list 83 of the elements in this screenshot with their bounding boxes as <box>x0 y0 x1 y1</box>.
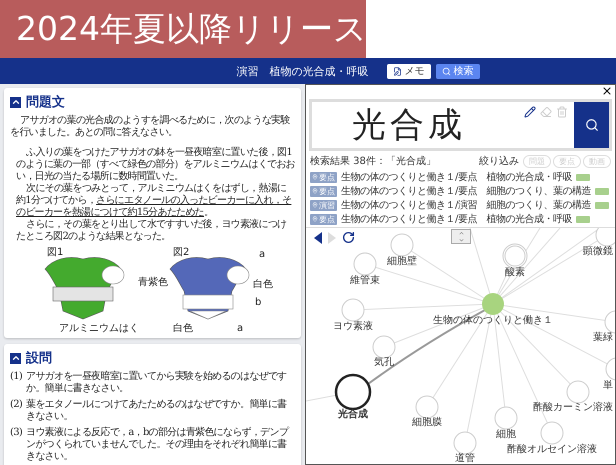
section-title: 設問 <box>26 350 52 367</box>
pin-icon <box>312 216 318 222</box>
search-button[interactable] <box>574 102 609 148</box>
pin-icon <box>312 202 318 208</box>
node-label: 光合成 <box>338 409 368 420</box>
figure-label: 青紫色 <box>138 277 168 288</box>
figure-label: 白色 <box>252 279 272 290</box>
node-circle[interactable] <box>334 374 372 410</box>
grade-tag <box>594 202 609 208</box>
back-button[interactable] <box>314 232 322 244</box>
problem-paragraph: アサガオの葉の光合成のようすを調べるために，次のような実験を行いました。あとの問に答えなさい。 <box>10 115 291 139</box>
figure-label: アルミニウムはく <box>58 323 138 333</box>
figure-caption: 図1 <box>46 247 63 258</box>
type-badge: 演習 <box>310 200 337 210</box>
chevron-up-icon <box>10 353 20 363</box>
result-summary: 検索結果 38件：「光合成」 <box>310 154 436 168</box>
search-icon <box>584 118 598 132</box>
forward-button[interactable] <box>328 232 336 244</box>
result-link[interactable]: 生物の体のつくりと働き１/要点 植物の光合成・呼吸 <box>341 170 572 184</box>
pin-icon <box>312 188 318 194</box>
pencil-icon <box>524 106 536 118</box>
section-title: 問題文 <box>26 94 65 111</box>
memo-button[interactable]: メモ <box>386 64 430 78</box>
filter-label: 絞り込み <box>479 154 519 168</box>
result-link[interactable]: 生物の体のつくりと働き１/要点 植物の光合成・呼吸 <box>341 212 572 226</box>
figure-label: b <box>254 297 261 308</box>
node-label: 酸素 <box>505 267 525 278</box>
node-label: 顕微鏡 <box>583 246 613 257</box>
figure-label: a <box>258 249 265 260</box>
pen-tool-button[interactable] <box>524 106 536 118</box>
eraser-icon <box>540 106 552 118</box>
grade-tag <box>576 216 590 222</box>
node-label: 細胞 <box>496 429 516 440</box>
resize-handle[interactable] <box>451 229 471 244</box>
question-number: (2) <box>10 399 22 412</box>
close-icon <box>601 85 613 97</box>
node-label: ヨウ素液 <box>333 321 373 332</box>
question-number: (1) <box>10 371 22 384</box>
result-link[interactable]: 生物の体のつくりと働き１/要点 細胞のつくり、葉の構造 <box>341 184 591 198</box>
trash-icon <box>556 106 568 118</box>
pin-icon <box>312 174 318 180</box>
node-label: 葉緑 <box>593 332 613 343</box>
node-label: 単 <box>603 380 613 391</box>
grade-tag <box>594 188 609 194</box>
node-label: 道管 <box>455 453 475 464</box>
note-icon <box>392 66 402 76</box>
problem-paragraph: さらに，その葉をとり出して水ですすいだ後，ヨウ素液につけたところ図2のような結果となった。 <box>16 219 288 243</box>
figure-label: a <box>236 323 243 333</box>
release-banner: 2024年夏以降リリース <box>0 0 366 58</box>
figure-label: 白色 <box>172 323 192 333</box>
chevron-up-icon <box>458 230 464 236</box>
center-node[interactable] <box>482 293 504 315</box>
type-badge: 要点 <box>310 172 337 182</box>
question-text: 葉をエタノールにつけてあたためるのはなぜですか。簡単に書きなさい。 <box>26 399 288 423</box>
chevron-up-icon <box>10 97 20 107</box>
problem-paragraph: ふ入りの葉をつけたアサガオの鉢を一昼夜暗室に置いた後，図1のように葉の一部（すべて緑色の部分）をアルミニウムはくでおおい，日光の当たる場所に数時間置いた。 <box>16 147 295 182</box>
type-badge: 要点 <box>310 214 337 224</box>
result-link[interactable]: 生物の体のつくりと働き１/演習 細胞のつくり、葉の構造 <box>341 198 591 212</box>
node-label: 細胞膜 <box>412 417 442 428</box>
node-label: 維管束 <box>350 275 380 286</box>
trash-tool-button[interactable] <box>556 106 568 118</box>
close-button[interactable] <box>601 85 613 97</box>
grade-tag <box>576 174 590 180</box>
refresh-icon <box>342 231 355 244</box>
collapse-toggle[interactable] <box>10 352 21 364</box>
node-label: 気孔 <box>374 357 394 368</box>
search-icon <box>442 66 450 76</box>
handwritten-text: 光合成 <box>352 104 466 147</box>
node-label: 酢酸オルセイン溶液 <box>507 444 597 455</box>
question-text: アサガオを一昼夜暗室に置いてから実験を始めるのはなぜですか。簡単に書きなさい。 <box>26 371 288 395</box>
node-label: 酢酸カーミン溶液 <box>533 402 613 413</box>
reset-button[interactable] <box>342 231 355 244</box>
question-number: (3) <box>10 427 22 440</box>
eraser-tool-button[interactable] <box>540 106 552 118</box>
page-title: 演習 植物の光合成・呼吸 <box>236 64 368 78</box>
figure-caption: 図2 <box>172 247 189 258</box>
type-badge: 要点 <box>310 186 337 196</box>
collapse-toggle[interactable] <box>10 96 21 108</box>
problem-paragraph: 次にその葉をつみとって，アルミニウムはくをはずし，熱湯に約1分つけてから，さらにエタノールの入ったビーカーに入れ，そのビーカーを熱湯につけて約15分あたためた。 <box>16 183 292 218</box>
node-label: 生物の体のつくりと働き１ <box>433 315 553 326</box>
question-text: ヨウ素液による反応で，a，bの部分は青紫色にならず，デンプンがつくられていませんでした。その理由をそれぞれ簡単に書きなさい。 <box>26 427 290 463</box>
chevron-down-icon <box>458 236 464 243</box>
node-label: 細胞壁 <box>387 256 417 267</box>
